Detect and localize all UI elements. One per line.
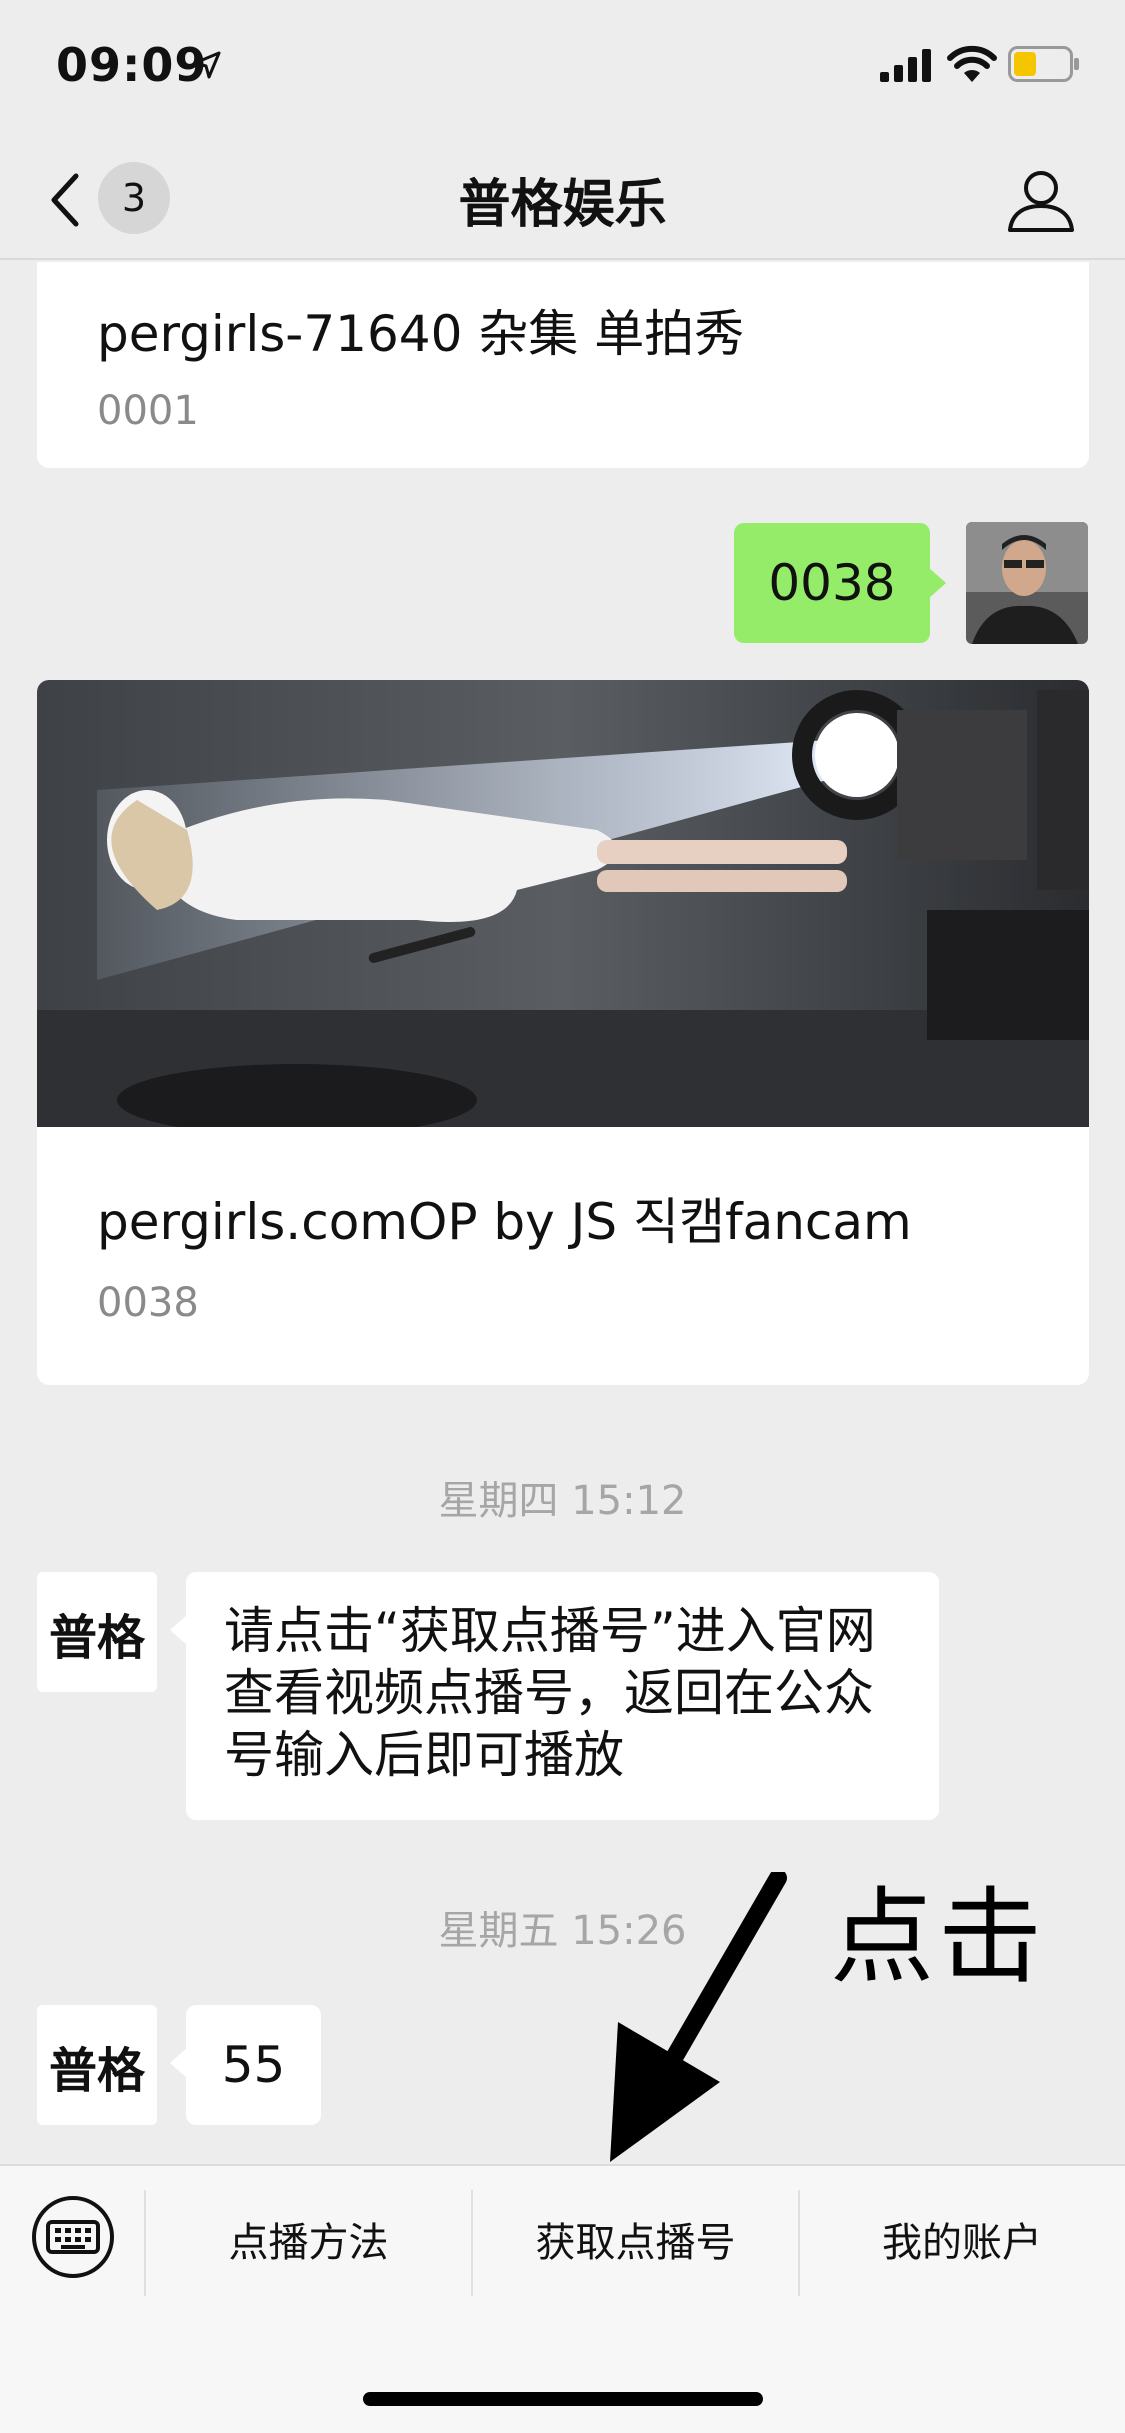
status-bar: 09:09 xyxy=(0,0,1125,132)
bot-avatar[interactable]: 普格 xyxy=(37,2005,157,2125)
bot-avatar-text: 普格 xyxy=(49,1610,146,1666)
page-title: 普格娱乐 xyxy=(458,175,667,235)
location-arrow-icon xyxy=(193,51,221,79)
wifi-icon xyxy=(947,45,997,82)
chat-area[interactable]: pergirls-71640 杂集 单拍秀 0001 0038 pergirls… xyxy=(0,262,1125,2164)
nav-bar: 3 普格娱乐 xyxy=(0,132,1125,260)
annotation-arrow-icon xyxy=(610,1872,787,2162)
profile-icon[interactable] xyxy=(1006,166,1076,236)
bot-avatar-text: 普格 xyxy=(49,2043,146,2099)
menu-item-playback-method[interactable]: 点播方法 xyxy=(145,2184,472,2302)
status-time: 09:09 xyxy=(56,38,208,92)
video-card[interactable]: pergirls-71640 杂集 单拍秀 0001 xyxy=(37,262,1089,468)
card-title: pergirls.comOP by JS 직캠fancam xyxy=(97,1193,912,1251)
menu-item-get-play-number[interactable]: 获取点播号 xyxy=(472,2184,799,2302)
keyboard-toggle-icon[interactable] xyxy=(30,2194,116,2280)
user-avatar[interactable] xyxy=(966,522,1088,644)
bot-avatar[interactable]: 普格 xyxy=(37,1572,157,1692)
user-message-bubble[interactable]: 0038 xyxy=(734,523,946,643)
annotation-label: 点击 xyxy=(830,1876,1047,1998)
bot-message-bubble[interactable]: 55 xyxy=(170,2005,321,2125)
battery-icon xyxy=(1008,46,1079,82)
card-code: 0038 xyxy=(97,1280,199,1326)
home-indicator[interactable] xyxy=(363,2392,763,2406)
menu-item-my-account[interactable]: 我的账户 xyxy=(799,2184,1125,2302)
card-code: 0001 xyxy=(97,388,199,434)
cellular-signal-icon xyxy=(880,49,931,82)
bot-message-bubble[interactable]: 请点击“获取点播号”进入官网查看视频点播号，返回在公众号输入后即可播放 xyxy=(170,1572,939,1820)
video-card[interactable]: pergirls.comOP by JS 직캠fancam 0038 xyxy=(37,680,1089,1385)
message-timestamp: 星期四 15:12 xyxy=(438,1478,687,1524)
video-thumbnail[interactable] xyxy=(37,680,1089,1127)
card-title: pergirls-71640 杂集 单拍秀 xyxy=(97,305,745,363)
